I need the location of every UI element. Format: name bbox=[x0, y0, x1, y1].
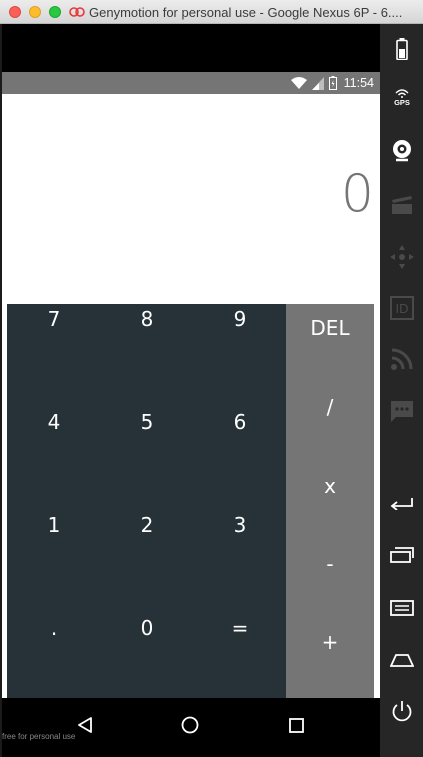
battery-status-icon bbox=[328, 76, 337, 90]
key-5[interactable]: 5 bbox=[117, 407, 177, 437]
device-screen: 11:54 0 7 8 9 4 5 6 1 2 3 . 0 = DEL / x … bbox=[2, 24, 380, 757]
watermark-text: free for personal use bbox=[2, 732, 76, 741]
emulator-toolbar: GPS ID bbox=[380, 24, 423, 757]
key-1[interactable]: 1 bbox=[24, 510, 84, 540]
genymotion-logo-icon bbox=[69, 7, 85, 17]
back-icon[interactable] bbox=[388, 489, 416, 517]
key-3[interactable]: 3 bbox=[210, 510, 270, 540]
capture-icon[interactable] bbox=[388, 191, 416, 219]
key-decimal[interactable]: . bbox=[24, 613, 84, 643]
key-delete[interactable]: DEL bbox=[300, 313, 360, 343]
key-2[interactable]: 2 bbox=[117, 510, 177, 540]
key-9[interactable]: 9 bbox=[210, 304, 270, 334]
zoom-window-button[interactable] bbox=[49, 6, 61, 18]
calculator-display: 0 bbox=[2, 94, 380, 304]
minimize-window-button[interactable] bbox=[29, 6, 41, 18]
key-4[interactable]: 4 bbox=[24, 407, 84, 437]
sms-icon[interactable] bbox=[388, 397, 416, 425]
wifi-icon bbox=[290, 76, 307, 89]
id-label: ID bbox=[396, 301, 409, 316]
key-7[interactable]: 7 bbox=[24, 304, 84, 334]
window-titlebar: Genymotion for personal use - Google Nex… bbox=[0, 0, 423, 24]
display-value: 0 bbox=[340, 164, 374, 224]
key-minus[interactable]: - bbox=[300, 549, 360, 579]
key-6[interactable]: 6 bbox=[210, 407, 270, 437]
key-0[interactable]: 0 bbox=[117, 613, 177, 643]
window-title: Genymotion for personal use - Google Nex… bbox=[89, 5, 403, 20]
menu-icon[interactable] bbox=[388, 594, 416, 622]
nav-recents-icon[interactable] bbox=[281, 710, 311, 740]
rss-icon[interactable] bbox=[388, 345, 416, 373]
power-icon[interactable] bbox=[388, 697, 416, 725]
battery-icon[interactable] bbox=[388, 35, 416, 63]
home-icon[interactable] bbox=[388, 646, 416, 674]
key-divide[interactable]: / bbox=[300, 392, 360, 422]
dpad-icon[interactable] bbox=[388, 243, 416, 271]
key-equals[interactable]: = bbox=[210, 613, 270, 643]
key-multiply[interactable]: x bbox=[300, 471, 360, 501]
cell-signal-icon bbox=[311, 76, 324, 90]
android-nav-bar: free for personal use bbox=[2, 698, 380, 757]
webcam-icon[interactable] bbox=[388, 137, 416, 165]
key-plus[interactable]: + bbox=[300, 627, 360, 657]
gps-icon[interactable]: GPS bbox=[388, 84, 416, 112]
close-window-button[interactable] bbox=[9, 6, 21, 18]
status-time: 11:54 bbox=[343, 76, 374, 90]
key-8[interactable]: 8 bbox=[117, 304, 177, 334]
android-status-bar: 11:54 bbox=[2, 72, 380, 94]
recent-apps-icon[interactable] bbox=[388, 541, 416, 569]
nav-home-icon[interactable] bbox=[175, 710, 205, 740]
id-icon[interactable]: ID bbox=[388, 294, 416, 322]
gps-label: GPS bbox=[394, 98, 410, 107]
